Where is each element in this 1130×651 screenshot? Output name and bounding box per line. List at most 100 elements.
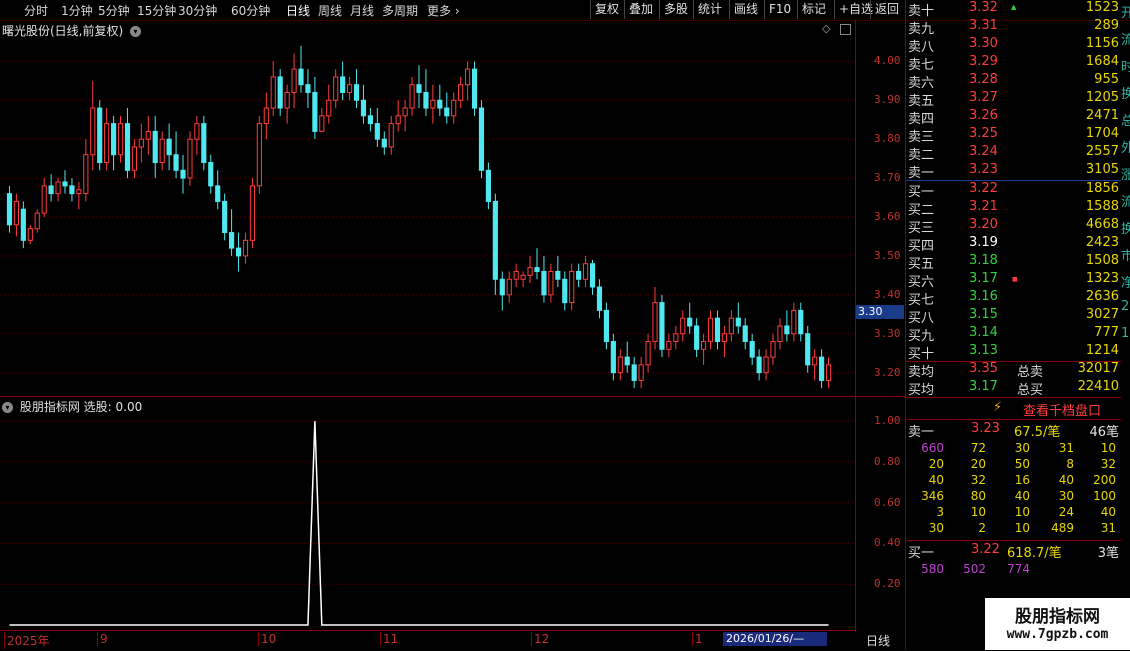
candle-body (437, 99, 443, 109)
candle-body (777, 325, 783, 343)
candle-body (624, 356, 630, 366)
ob-row-sell.7[interactable]: 卖三 3.25 1704 (907, 126, 1119, 145)
sell-queue-cell: 200 (1093, 473, 1116, 487)
toolbar-button-2[interactable]: 多股 (659, 0, 692, 19)
ob-row-sell.9[interactable]: 卖一 3.23 3105 (907, 162, 1119, 181)
candle-body (756, 356, 762, 374)
ob-row-sell.8[interactable]: 卖二 3.24 2557 (907, 144, 1119, 163)
toolbar-button-4[interactable]: 画线 (729, 0, 762, 19)
candle-body (62, 181, 68, 187)
toolbar-button-6[interactable]: 标记 (797, 0, 830, 19)
period-10[interactable]: 更多 › (427, 2, 460, 19)
candle-body (721, 333, 727, 343)
period-1[interactable]: 1分钟 (61, 2, 93, 19)
chevron-down-icon[interactable]: ▾ (2, 402, 13, 413)
indicator-axis: 1.00 0.80 0.60 0.40 0.20 (856, 413, 904, 629)
toolbar-button-5[interactable]: F10 (764, 0, 795, 19)
ob-row-buy.0[interactable]: 买一 3.22 1856 (907, 181, 1119, 200)
candle-body (48, 185, 54, 195)
ob-row-buy.7[interactable]: 买八 3.15 3027 (907, 307, 1119, 326)
ob-row-sell.4[interactable]: 卖六 3.28 955 (907, 72, 1119, 91)
candle-body (152, 130, 158, 164)
side-strip-char: 流 (1121, 195, 1130, 210)
candle-body (13, 200, 19, 226)
candle-body (97, 107, 103, 164)
side-strip: 开流时换总外涨流换市净21 (1121, 0, 1130, 400)
sell-queue-cell: 40 (1058, 473, 1074, 487)
candle-body (819, 356, 825, 381)
indicator-chart[interactable] (0, 413, 855, 629)
candle-body (749, 341, 755, 358)
ob-row-sell.5[interactable]: 卖五 3.27 1205 (907, 90, 1119, 109)
ob-row-buy.1[interactable]: 买二 3.21 1588 (907, 199, 1119, 218)
candle-body (41, 185, 47, 214)
candle-body (583, 263, 589, 280)
cursor-date-tag: 2026/01/26/— (723, 632, 827, 646)
stock-title: 曙光股份(日线,前复权) (2, 24, 124, 38)
period-9[interactable]: 多周期 (382, 2, 418, 19)
sell-queue-cell: 10 (1014, 521, 1030, 535)
sell-queue-cell: 40 (1100, 505, 1116, 519)
buy-queue-cell: 774 (1007, 562, 1030, 576)
candle-body (687, 317, 693, 327)
candle-body (798, 309, 804, 335)
candle-body (6, 193, 13, 226)
period-7[interactable]: 周线 (318, 2, 342, 19)
candle-body (55, 181, 61, 195)
period-5[interactable]: 60分钟 (231, 2, 270, 19)
ob-row-sell.2[interactable]: 卖八 3.30 1156 (907, 36, 1119, 55)
ob-row-buy.8[interactable]: 买九 3.14 777 (907, 325, 1119, 344)
candle-body (347, 84, 353, 93)
buy-queue-cell: 580 (921, 562, 944, 576)
ind-label-1: 0.80 (874, 454, 901, 468)
ob-row-buy.3[interactable]: 买四 3.19 2423 (907, 235, 1119, 254)
sell-queue-cell: 30 (1058, 489, 1074, 503)
candle-body (117, 123, 124, 156)
candle-body (666, 341, 672, 350)
candle-body (90, 107, 96, 156)
ob-row-buy.9[interactable]: 买十 3.13 1214 (907, 343, 1119, 362)
candle-body (645, 341, 651, 366)
ob-row-buy.6[interactable]: 买七 3.16 2636 (907, 289, 1119, 308)
date-label-1: 9 (97, 632, 108, 646)
toolbar-button-3[interactable]: 统计 (693, 0, 726, 19)
candle-body (555, 270, 561, 280)
side-strip-char: 换 (1121, 87, 1130, 102)
ob-row-sell.1[interactable]: 卖九 3.31 289 (907, 18, 1119, 37)
ob-row-sell.6[interactable]: 卖四 3.26 2471 (907, 108, 1119, 127)
candle-body (319, 115, 325, 132)
ob-row-sell.3[interactable]: 卖七 3.29 1684 (907, 54, 1119, 73)
square-icon[interactable] (840, 24, 851, 35)
side-strip-char: 流 (1121, 33, 1130, 48)
view-depth-button[interactable]: 查看千档盘口 (1023, 400, 1101, 419)
period-8[interactable]: 月线 (350, 2, 374, 19)
price-label-3: 3.70 (874, 171, 901, 185)
candle-body (812, 356, 818, 366)
indicator-title: 股朋指标网 选股: 0.00 (19, 400, 143, 414)
period-0[interactable]: 分时 (24, 2, 48, 19)
sell-queue: 660 72 30 31 10 20 20 50 8 32 40 32 16 40 200 346 80 40 30… (906, 440, 1121, 540)
period-2[interactable]: 5分钟 (98, 2, 130, 19)
candle-body (138, 138, 144, 148)
candle-body (506, 278, 512, 296)
candle-body (305, 84, 311, 93)
period-3[interactable]: 15分钟 (137, 2, 176, 19)
candle-body (242, 239, 249, 257)
candle-body (201, 123, 207, 164)
toolbar-button-8[interactable]: 返回 (870, 0, 903, 19)
toolbar-button-1[interactable]: 叠加 (624, 0, 657, 19)
candle-body (229, 232, 235, 249)
toolbar-button-0[interactable]: 复权 (590, 0, 623, 19)
candle-body (791, 309, 797, 335)
period-tag[interactable]: 日线 (866, 632, 890, 649)
ob-row-buy.4[interactable]: 买五 3.18 1508 (907, 253, 1119, 272)
candle-body (520, 274, 526, 280)
period-6[interactable]: 日线 (286, 2, 310, 19)
chevron-down-icon[interactable]: ▾ (130, 26, 142, 37)
ob-row-buy.2[interactable]: 买三 3.20 4668 (907, 217, 1119, 236)
candlestick-chart[interactable] (0, 38, 855, 396)
diamond-icon[interactable]: ◇ (822, 22, 830, 35)
period-4[interactable]: 30分钟 (178, 2, 217, 19)
candle-body (423, 91, 429, 109)
candle-body (131, 146, 137, 171)
